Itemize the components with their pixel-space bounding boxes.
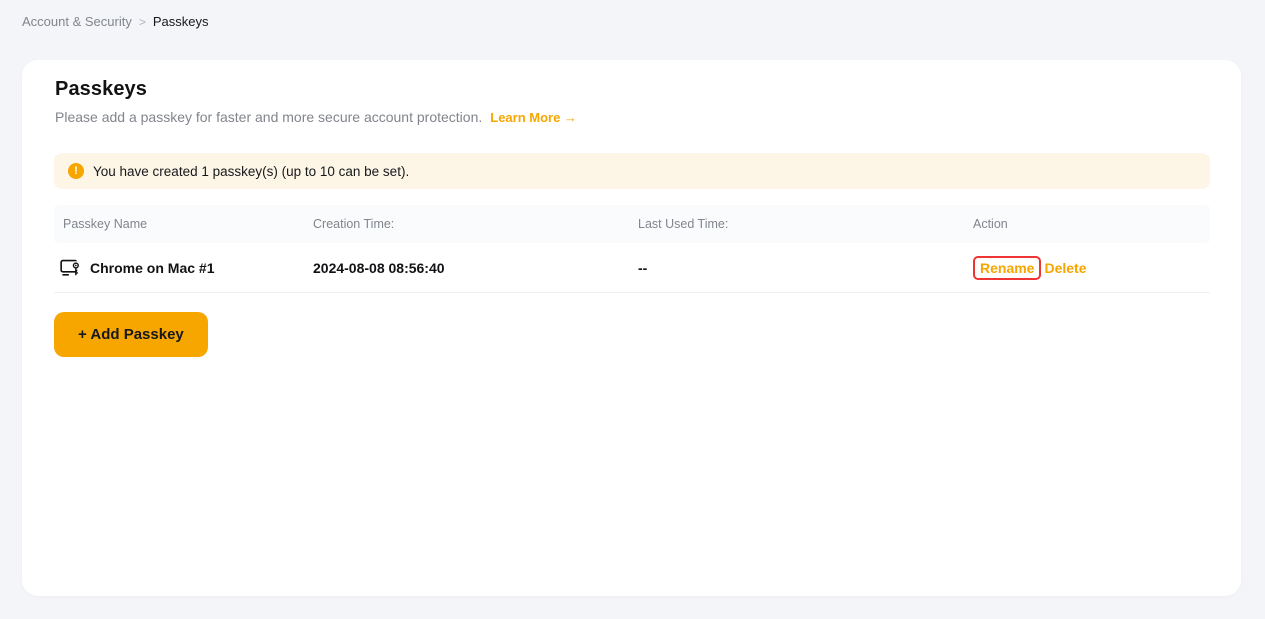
breadcrumb-separator-icon: > — [138, 14, 146, 29]
breadcrumb: Account & Security > Passkeys — [22, 14, 208, 29]
warning-circle-icon: ! — [68, 163, 84, 179]
table-header-row: Passkey Name Creation Time: Last Used Ti… — [54, 205, 1210, 243]
description-text: Please add a passkey for faster and more… — [55, 109, 483, 125]
rename-highlight-box: Rename — [973, 255, 1042, 280]
passkey-name: Chrome on Mac #1 — [90, 259, 215, 276]
creation-time-value: 2024-08-08 08:56:40 — [313, 259, 445, 276]
header-creation-time: Creation Time: — [313, 217, 395, 231]
page-title: Passkeys — [55, 78, 148, 100]
passkeys-card: Passkeys Please add a passkey for faster… — [22, 60, 1241, 596]
banner-text: You have created 1 passkey(s) (up to 10 … — [93, 163, 410, 179]
breadcrumb-current-passkeys: Passkeys — [152, 14, 209, 29]
last-used-time-value: -- — [638, 259, 648, 276]
actions-cell: Rename Delete — [973, 255, 1201, 280]
rename-button[interactable]: Rename — [980, 260, 1034, 276]
table-row: Chrome on Mac #1 2024-08-08 08:56:40 -- … — [54, 243, 1210, 293]
add-passkey-button[interactable]: + Add Passkey — [54, 312, 208, 357]
header-last-used-time: Last Used Time: — [638, 217, 729, 231]
header-action: Action — [973, 217, 1008, 231]
learn-more-link[interactable]: Learn More → — [490, 110, 577, 125]
passkey-count-banner: ! You have created 1 passkey(s) (up to 1… — [54, 153, 1210, 189]
passkey-name-cell: Chrome on Mac #1 — [60, 258, 313, 278]
header-passkey-name: Passkey Name — [63, 217, 148, 231]
breadcrumb-account-security[interactable]: Account & Security — [22, 14, 132, 29]
delete-button[interactable]: Delete — [1044, 260, 1086, 276]
passkeys-table: Passkey Name Creation Time: Last Used Ti… — [54, 205, 1210, 293]
page-description: Please add a passkey for faster and more… — [55, 109, 577, 125]
device-passkey-icon — [60, 259, 81, 276]
